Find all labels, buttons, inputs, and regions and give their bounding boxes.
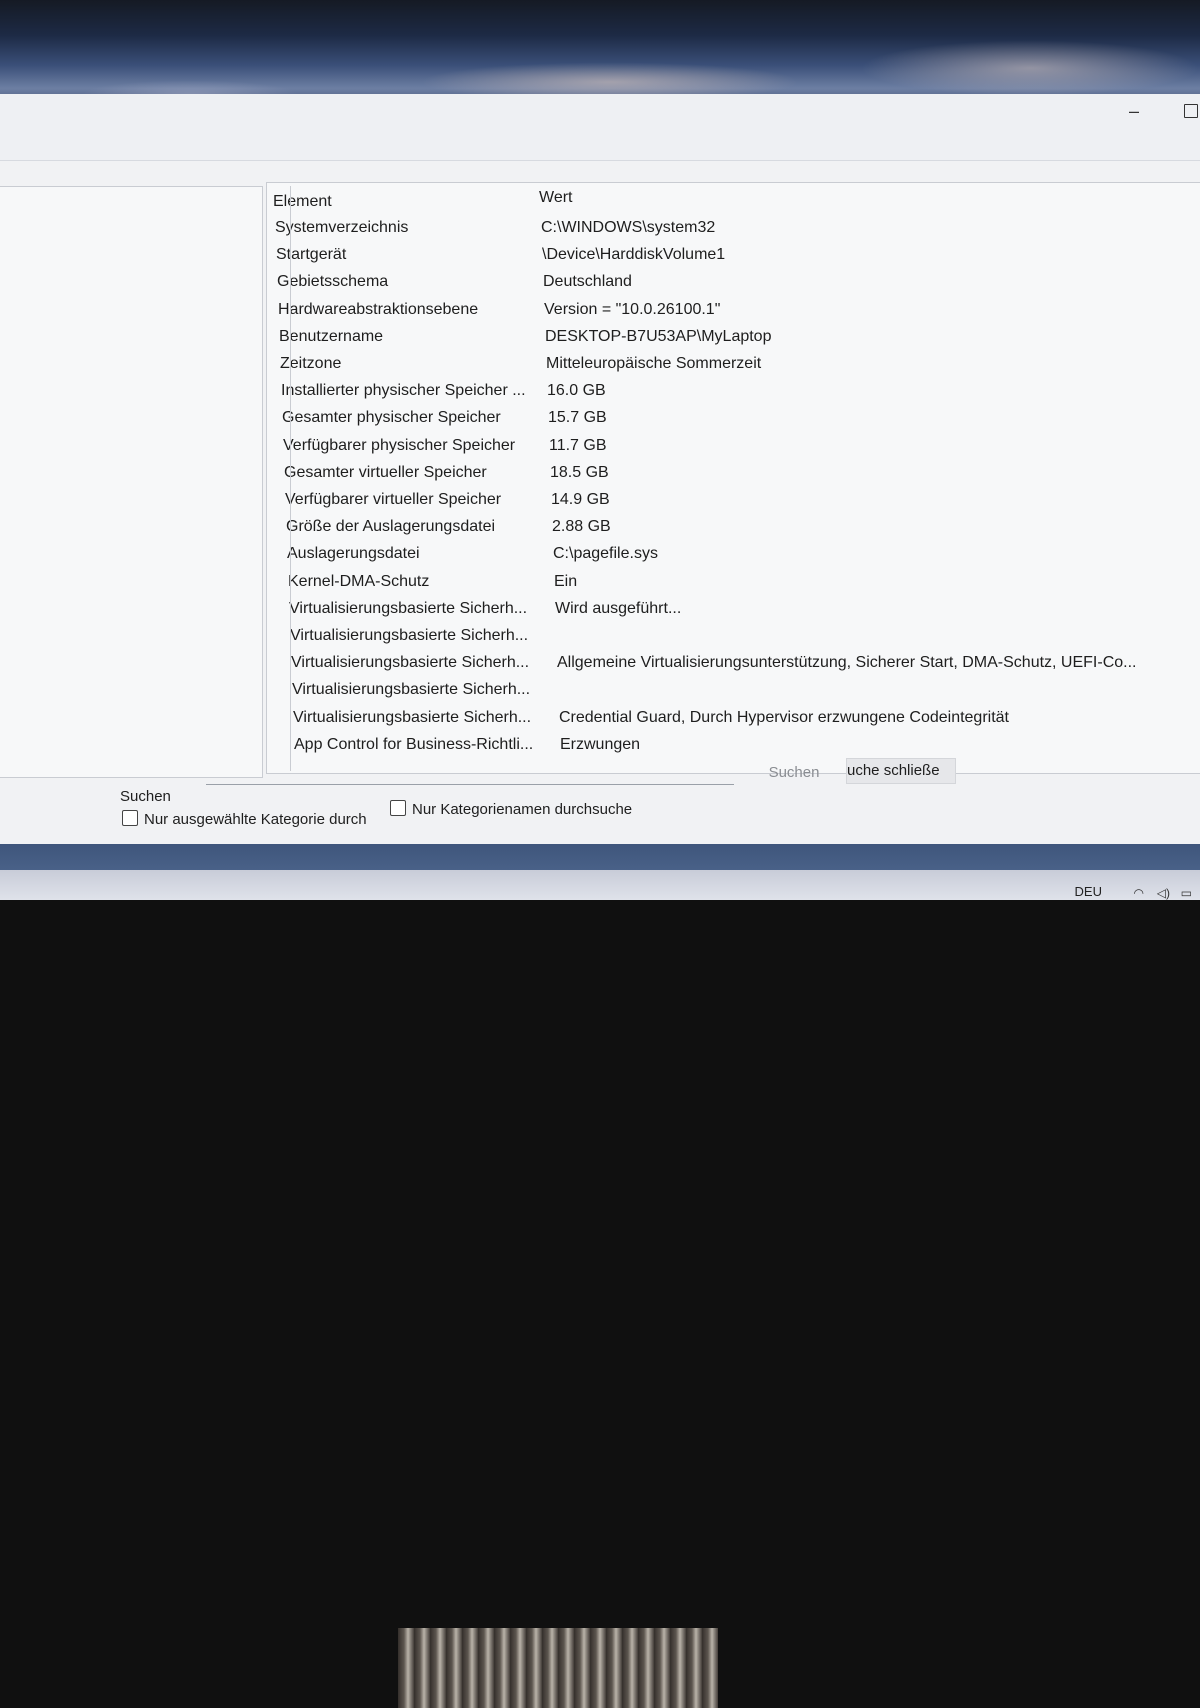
table-row[interactable]: Verfügbarer physischer Speicher 11.7 GB <box>283 437 1200 465</box>
row-value: Erzwungen <box>560 735 641 753</box>
category-tree-pane[interactable] <box>0 186 263 778</box>
row-element: Virtualisierungsbasierte Sicherh... <box>293 708 532 726</box>
language-indicator[interactable]: DEU <box>1075 884 1102 899</box>
row-element: Verfügbarer virtueller Speicher <box>285 491 502 508</box>
table-row[interactable]: Installierter physischer Speicher ... 16.… <box>281 382 1200 410</box>
column-header-value[interactable]: Wert <box>539 189 572 207</box>
option-label: Nur ausgewählte Kategorie durch <box>144 811 367 828</box>
row-element: Gesamter virtueller Speicher <box>284 463 487 481</box>
row-element: Benutzername <box>279 327 384 345</box>
checkbox-icon[interactable] <box>390 800 406 816</box>
table-row[interactable]: Startgerät \Device\HarddiskVolume1 <box>276 246 1200 274</box>
row-element: Hardwareabstraktionsebene <box>278 300 479 318</box>
row-element: Virtualisierungsbasierte Sicherh... <box>289 599 528 617</box>
row-element: App Control for Business-Richtli... <box>294 735 534 753</box>
table-row[interactable]: Virtualisierungsbasierte Sicherh... Allge… <box>291 654 1200 682</box>
wifi-icon[interactable]: ◠ <box>1134 886 1144 900</box>
row-element: Auslagerungsdatei <box>287 545 420 563</box>
wallpaper-building <box>398 1628 718 1708</box>
row-value: 11.7 GB <box>549 436 607 454</box>
option-label: Nur Kategorienamen durchsuche <box>412 801 633 818</box>
table-row[interactable]: App Control for Business-Richtli... Erzwu… <box>294 736 1200 764</box>
row-element: Kernel-DMA-Schutz <box>288 572 430 590</box>
row-value: Wird ausgeführt... <box>555 599 682 617</box>
row-value: DESKTOP-B7U53AP\MyLaptop <box>545 327 772 345</box>
table-row[interactable]: Zeitzone Mitteleuropäische Sommerzeit <box>280 355 1200 383</box>
row-element: Größe der Auslagerungsdatei <box>286 518 496 536</box>
cloud <box>860 40 1200 96</box>
details-pane: Element Wert Systemverzeichnis C:\WINDOWS… <box>266 182 1200 774</box>
row-element: Gesamter physischer Speicher <box>282 409 501 427</box>
row-value: Ein <box>554 572 578 590</box>
search-input-underline <box>206 784 734 785</box>
minimize-button[interactable]: – <box>1124 102 1144 120</box>
table-row[interactable]: Systemverzeichnis C:\WINDOWS\system32 <box>275 219 1200 247</box>
row-value: 16.0 GB <box>547 382 606 400</box>
divider <box>0 160 1200 161</box>
row-value: 14.9 GB <box>551 491 610 508</box>
divider <box>290 186 291 771</box>
table-row[interactable]: Hardwareabstraktionsebene Version = "10.0… <box>278 301 1200 329</box>
system-information-window: – Element Wert Systemverzeichnis C:\WINDO… <box>0 94 1200 844</box>
row-element: Systemverzeichnis <box>275 219 409 236</box>
row-value: 2.88 GB <box>552 518 611 536</box>
close-search-button[interactable]: uche schließe <box>846 758 956 784</box>
row-value: 15.7 GB <box>548 409 607 427</box>
row-value: Mitteleuropäische Sommerzeit <box>546 355 762 372</box>
table-row[interactable]: Verfügbarer virtueller Speicher 14.9 GB <box>285 491 1200 519</box>
table-row[interactable]: Benutzername DESKTOP-B7U53AP\MyLaptop <box>279 328 1200 356</box>
row-element: Zeitzone <box>280 355 342 372</box>
row-element: Startgerät <box>276 246 347 264</box>
taskbar: DEU ◠ ◁) ▭ <box>0 870 1200 900</box>
row-value: Credential Guard, Durch Hypervisor erzwu… <box>559 708 1009 726</box>
row-element: Virtualisierungsbasierte Sicherh... <box>290 627 529 644</box>
checkbox-icon[interactable] <box>122 810 138 826</box>
table-row[interactable]: Auslagerungsdatei C:\pagefile.sys <box>287 545 1200 573</box>
table-row[interactable]: Kernel-DMA-Schutz Ein <box>288 573 1200 601</box>
table-row[interactable]: Virtualisierungsbasierte Sicherh... <box>290 627 1200 655</box>
table-row[interactable]: Virtualisierungsbasierte Sicherh... Wird … <box>289 600 1200 628</box>
table-row[interactable]: Virtualisierungsbasierte Sicherh... Crede… <box>293 709 1200 737</box>
option-category-names[interactable]: Nur Kategorienamen durchsuche <box>390 800 632 818</box>
column-header-element[interactable]: Element <box>273 193 332 211</box>
row-element: Verfügbarer physischer Speicher <box>283 436 516 454</box>
row-value: 18.5 GB <box>550 463 609 481</box>
row-value: Version = "10.0.26100.1" <box>544 300 721 318</box>
table-row[interactable]: Gesamter physischer Speicher 15.7 GB <box>282 409 1200 437</box>
row-element: Gebietsschema <box>277 273 389 291</box>
volume-icon[interactable]: ◁) <box>1157 886 1170 900</box>
title-bar: – <box>0 94 1200 160</box>
table-row[interactable]: Gesamter virtueller Speicher 18.5 GB <box>284 464 1200 492</box>
search-label: Suchen <box>120 788 171 805</box>
table-row[interactable]: Gebietsschema Deutschland <box>277 273 1200 301</box>
table-row[interactable]: Virtualisierungsbasierte Sicherh... <box>292 681 1200 709</box>
table-row[interactable]: Größe der Auslagerungsdatei 2.88 GB <box>286 518 1200 546</box>
row-element: Virtualisierungsbasierte Sicherh... <box>292 681 531 699</box>
row-value: C:\WINDOWS\system32 <box>541 219 716 236</box>
option-selected-category[interactable]: Nur ausgewählte Kategorie durch <box>122 810 367 828</box>
row-element: Installierter physischer Speicher ... <box>281 382 526 400</box>
row-value: C:\pagefile.sys <box>553 545 658 563</box>
search-button[interactable]: Suchen <box>754 762 834 784</box>
row-element: Virtualisierungsbasierte Sicherh... <box>291 654 530 672</box>
row-value: Deutschland <box>543 273 632 291</box>
maximize-button[interactable] <box>1184 104 1198 118</box>
row-value: \Device\HarddiskVolume1 <box>542 246 726 264</box>
row-value: Allgemeine Virtualisierungsunterstützung… <box>557 654 1137 672</box>
battery-icon[interactable]: ▭ <box>1181 886 1192 900</box>
